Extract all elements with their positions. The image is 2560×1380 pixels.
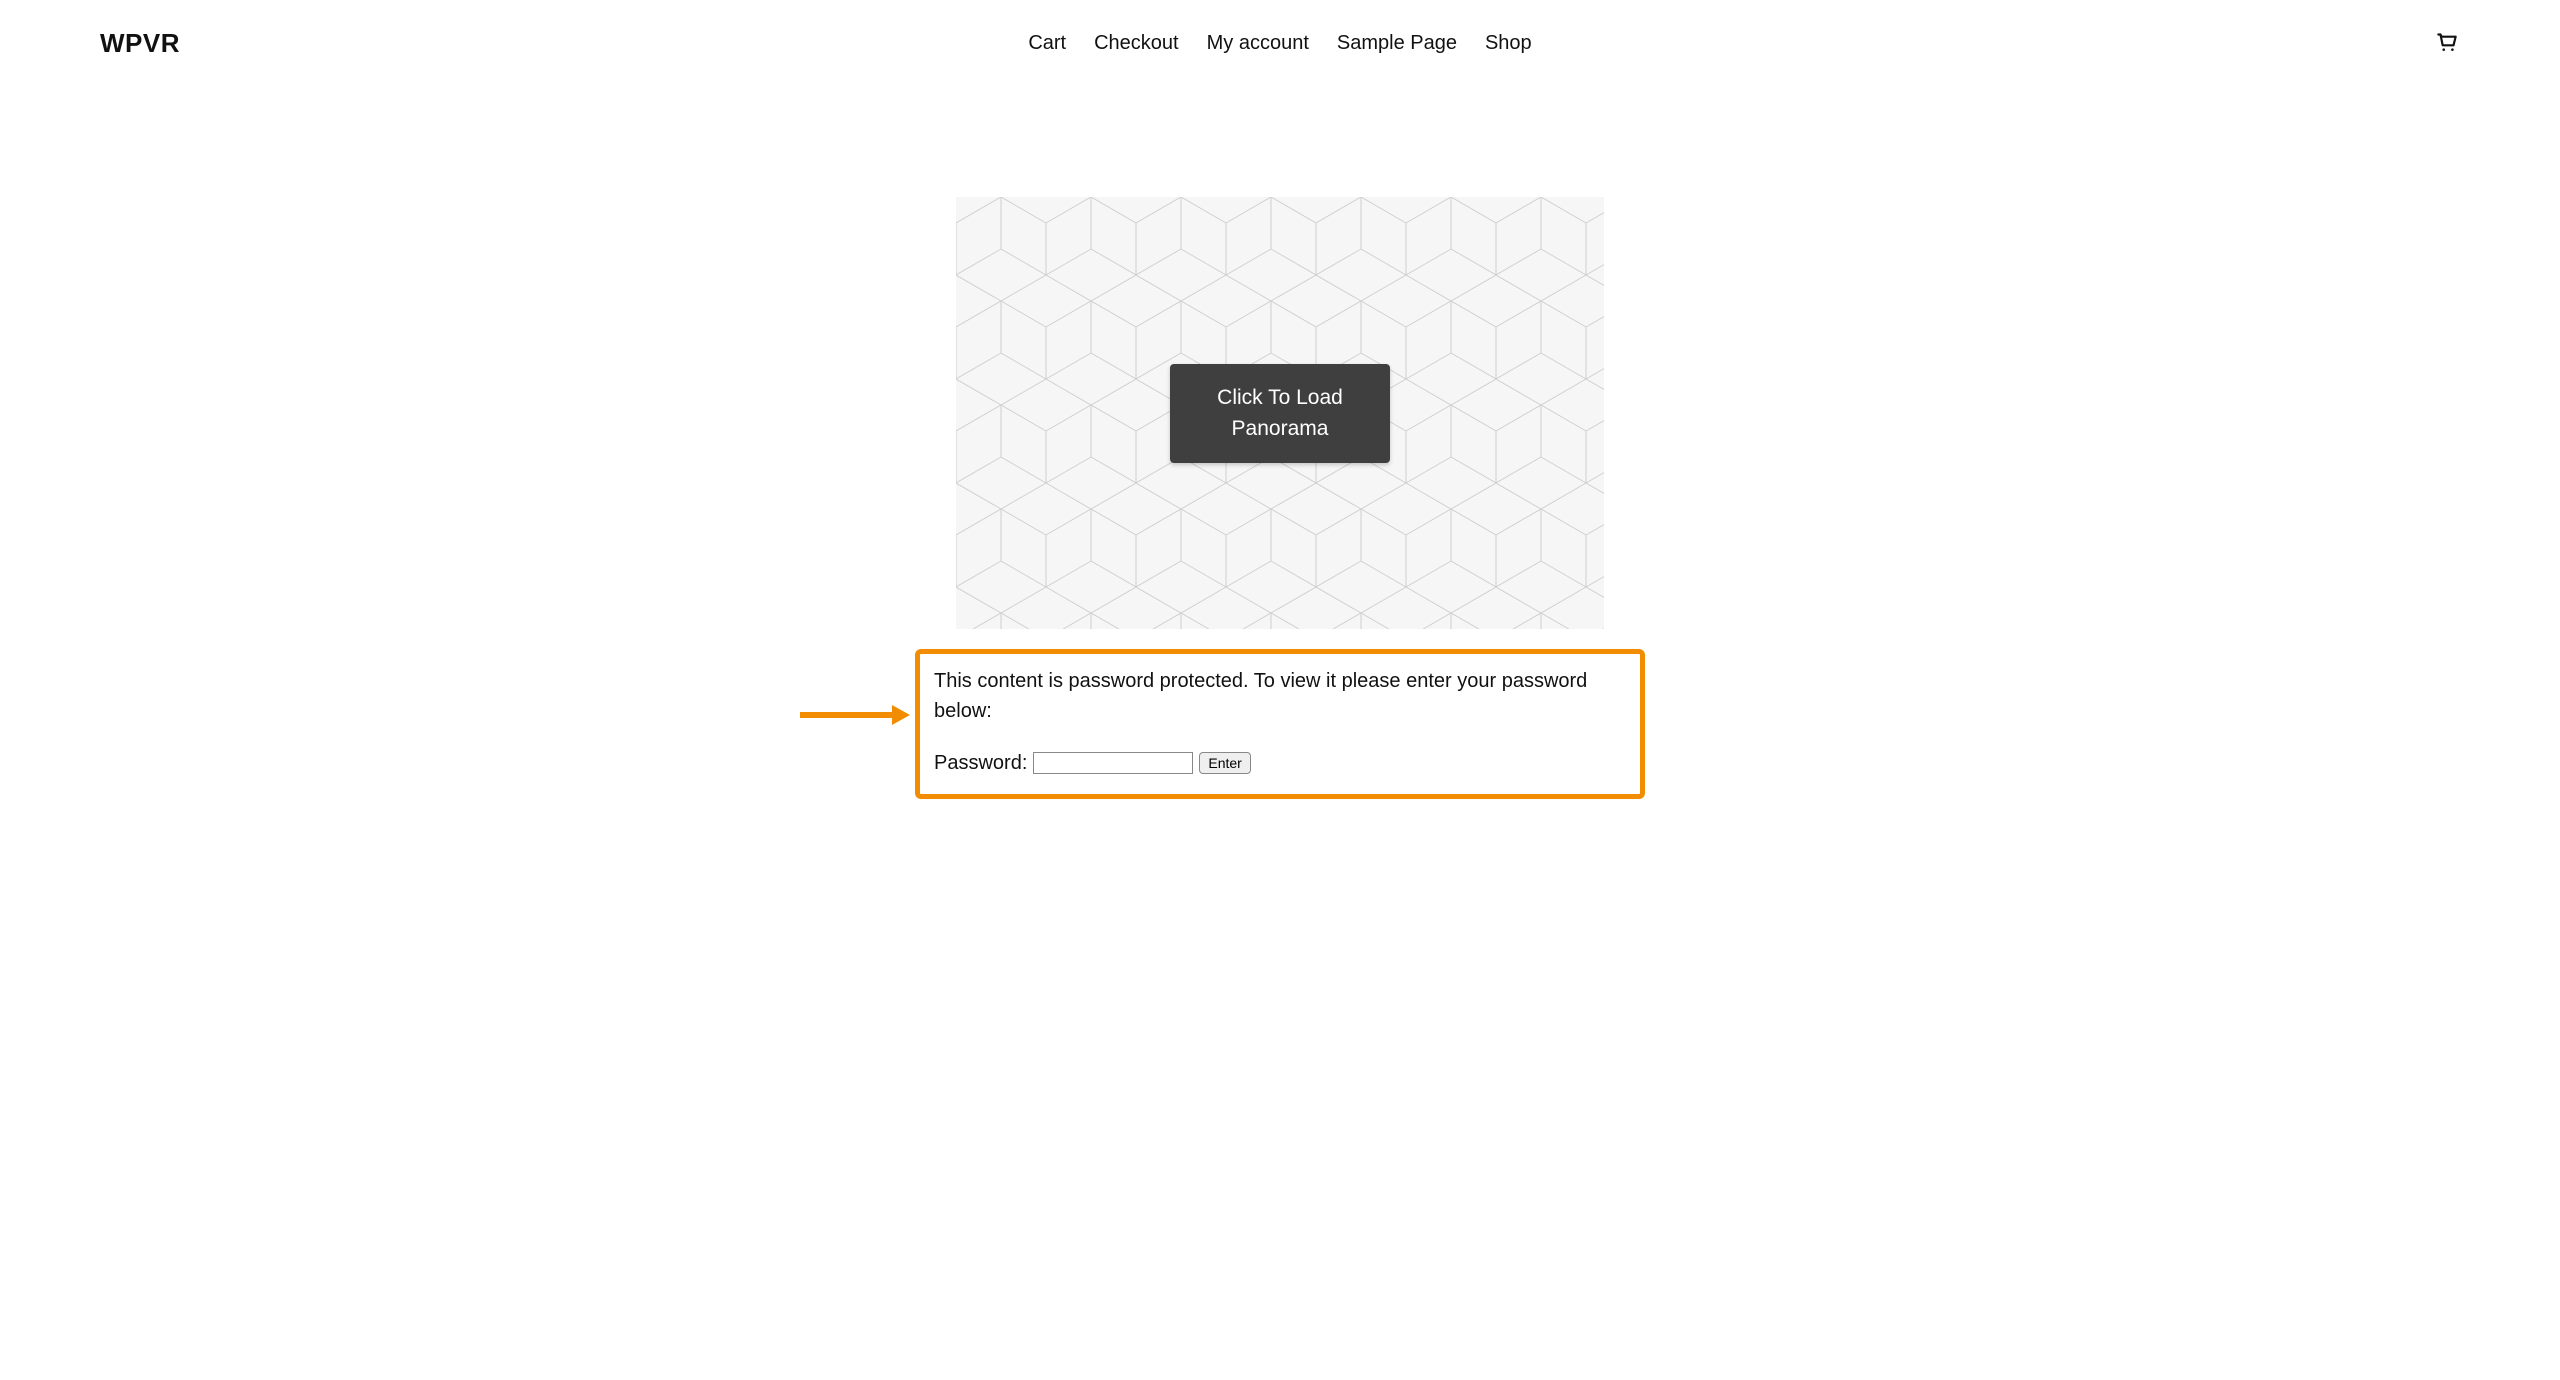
main-content: Click To Load Panorama This content is p… [0,197,2560,799]
nav-link-checkout[interactable]: Checkout [1094,32,1179,55]
password-label: Password: [934,748,1027,778]
primary-nav: Cart Checkout My account Sample Page Sho… [1028,32,1531,55]
nav-link-cart[interactable]: Cart [1028,32,1066,55]
panorama-placeholder: Click To Load Panorama [956,197,1604,629]
nav-link-sample-page[interactable]: Sample Page [1337,32,1457,55]
enter-button[interactable]: Enter [1199,752,1250,774]
password-protected-section: This content is password protected. To v… [915,649,1645,799]
password-input[interactable] [1033,752,1193,774]
nav-link-shop[interactable]: Shop [1485,32,1532,55]
password-form-row: Password: Enter [934,748,1626,778]
site-title[interactable]: WPVR [100,28,180,59]
highlight-arrow-icon [800,705,910,725]
password-protected-box: This content is password protected. To v… [915,649,1645,799]
cart-icon[interactable] [2434,28,2460,59]
password-message: This content is password protected. To v… [934,666,1626,726]
load-panorama-button[interactable]: Click To Load Panorama [1170,364,1390,463]
nav-link-my-account[interactable]: My account [1207,32,1309,55]
site-header: WPVR Cart Checkout My account Sample Pag… [0,0,2560,87]
